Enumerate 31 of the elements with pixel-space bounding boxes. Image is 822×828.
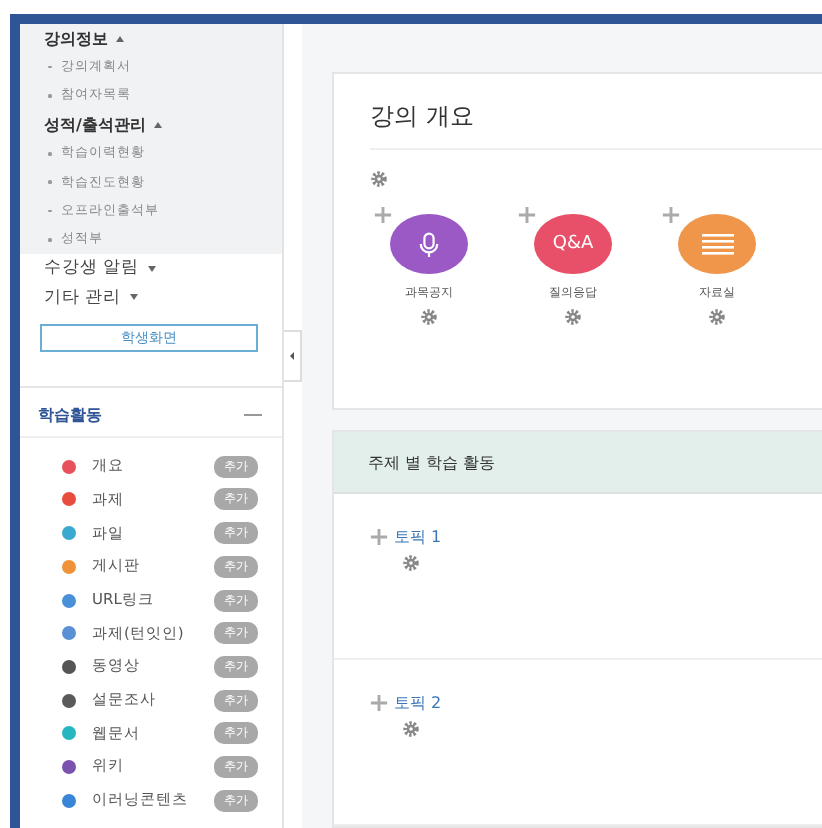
topic-link[interactable]: 토픽 2 (394, 692, 442, 714)
tile-button[interactable]: Q&A (534, 214, 612, 274)
microphone-icon (418, 231, 440, 257)
settings-icon[interactable] (402, 554, 420, 572)
section-title: 주제 별 학습 활동 (368, 451, 496, 473)
card-title: 강의 개요 (370, 102, 474, 130)
move-icon[interactable] (374, 206, 392, 224)
menu-heading[interactable]: 강의정보 (44, 27, 108, 50)
menu-heading[interactable]: 기타 관리 (44, 285, 122, 310)
move-icon[interactable] (518, 206, 536, 224)
menu-heading[interactable]: 성적/출석관리 (44, 113, 146, 136)
menu-heading[interactable]: 수강생 알림 (44, 256, 140, 281)
topic-link[interactable]: 토픽 1 (394, 526, 442, 548)
caret-icon[interactable] (129, 294, 138, 301)
move-icon[interactable] (370, 528, 388, 546)
tile-caption: Q&A (552, 234, 594, 254)
tile-button[interactable] (390, 214, 468, 274)
settings-icon[interactable] (708, 308, 726, 326)
tile-button[interactable] (678, 214, 756, 274)
settings-icon[interactable] (564, 308, 582, 326)
move-icon[interactable] (370, 694, 388, 712)
settings-icon[interactable] (420, 308, 438, 326)
caret-icon[interactable] (153, 121, 162, 128)
settings-icon[interactable] (402, 720, 420, 738)
settings-icon[interactable] (370, 170, 388, 188)
move-icon[interactable] (662, 206, 680, 224)
block-title: 학습활동 (38, 404, 102, 427)
caret-icon[interactable] (116, 35, 124, 42)
caret-icon[interactable] (147, 265, 156, 272)
list-icon (701, 232, 733, 256)
collapse-tab[interactable] (284, 330, 302, 382)
